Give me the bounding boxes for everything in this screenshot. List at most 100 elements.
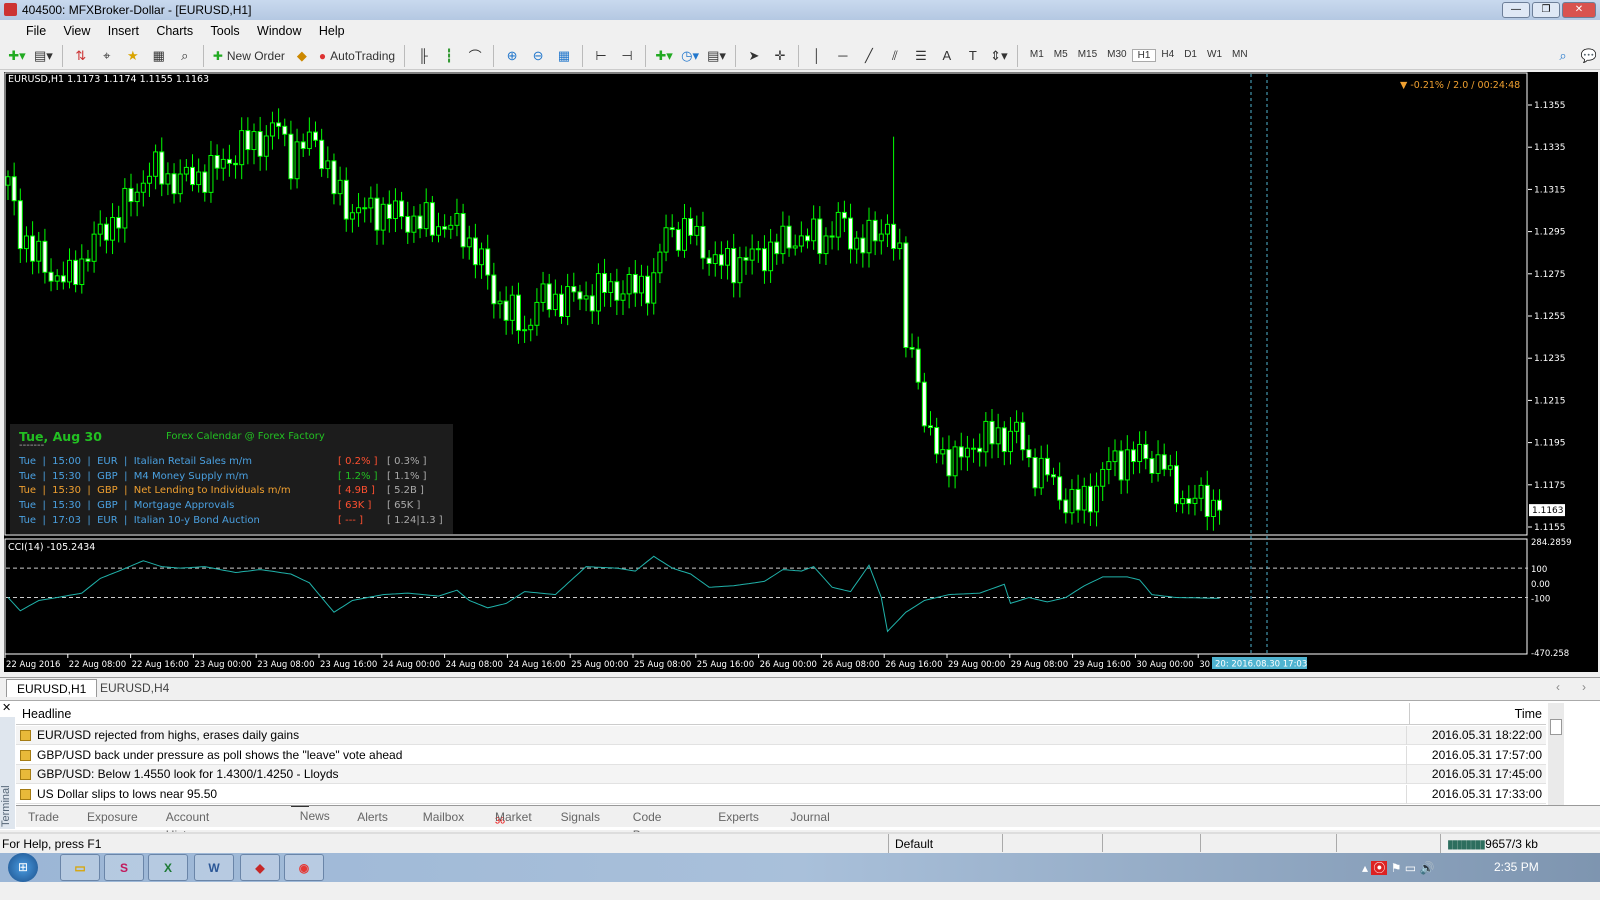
candle-body — [755, 248, 761, 251]
menu-window[interactable]: Window — [257, 24, 301, 38]
terminal-close-icon[interactable]: ✕ — [2, 701, 11, 714]
time-label: 26 Aug 08:00 — [822, 660, 879, 670]
auto-scroll-icon[interactable]: ⊢ — [590, 45, 612, 67]
market-watch-icon[interactable]: ⇅ — [70, 45, 92, 67]
timeframe-d1[interactable]: D1 — [1179, 49, 1202, 62]
menu-bar: File View Insert Charts Tools Window Hel… — [0, 20, 1600, 42]
candle-body — [995, 427, 1001, 445]
timeframe-h4[interactable]: H4 — [1156, 49, 1179, 62]
timeframe-mn[interactable]: MN — [1227, 49, 1253, 62]
menu-file[interactable]: File — [26, 24, 46, 38]
vertical-line-icon[interactable]: │ — [806, 45, 828, 67]
clock[interactable]: 2:35 PM — [1494, 860, 1539, 874]
cursor-icon[interactable]: ➤ — [743, 45, 765, 67]
scrollbar-thumb[interactable] — [1550, 719, 1562, 735]
timeframe-m5[interactable]: M5 — [1049, 49, 1073, 62]
calendar-source: Forex Calendar @ Forex Factory — [166, 431, 325, 442]
candle-body — [983, 420, 989, 453]
timeframe-m15[interactable]: M15 — [1073, 49, 1102, 62]
candle-body — [552, 293, 558, 311]
tab-eurusd-h1[interactable]: EURUSD,H1 — [6, 679, 98, 697]
templates-icon[interactable]: ▤▾ — [705, 45, 728, 67]
tile-windows-icon[interactable]: ▦ — [553, 45, 575, 67]
taskbar-chrome[interactable]: ◉ — [284, 854, 324, 881]
new-order-button[interactable]: ✚ New Order — [211, 45, 287, 67]
tab-news[interactable]: News — [290, 806, 330, 823]
taskbar-app[interactable]: S — [104, 854, 144, 881]
candle-body — [1180, 498, 1186, 505]
close-button[interactable]: ✕ — [1562, 2, 1596, 18]
chart-window[interactable]: 1.1355 1.1335 1.1315 1.1295 1.1275 1.1255 1.12… — [4, 72, 1598, 672]
indicators-icon[interactable]: ✚▾ — [653, 45, 675, 67]
candle-body — [214, 154, 220, 169]
channel-icon[interactable]: ⫽ — [884, 45, 906, 67]
news-time: 2016.05.31 17:45:00 — [1406, 765, 1542, 785]
tray-icons[interactable]: ▴ ⦿ ⚑ ▭ 🔊 — [1362, 859, 1434, 876]
menu-view[interactable]: View — [64, 24, 91, 38]
zoom-in-icon[interactable]: ⊕ — [501, 45, 523, 67]
candle-body — [989, 420, 995, 445]
news-time: 2016.05.31 18:22:00 — [1406, 726, 1542, 745]
candle-body — [190, 166, 195, 186]
search-icon[interactable]: ⌕ — [1552, 45, 1574, 67]
menu-insert[interactable]: Insert — [108, 24, 139, 38]
scroll-right-icon[interactable]: › — [1582, 680, 1586, 694]
chat-icon[interactable]: 💬 — [1578, 45, 1600, 67]
horizontal-line-icon[interactable]: ─ — [832, 45, 854, 67]
candle-body — [1081, 485, 1087, 511]
taskbar-explorer[interactable]: ▭ — [60, 854, 100, 881]
new-chart-icon[interactable]: ✚▾ — [6, 45, 28, 67]
text-icon[interactable]: A — [936, 45, 958, 67]
timeframe-h1[interactable]: H1 — [1131, 49, 1157, 62]
scroll-left-icon[interactable]: ‹ — [1556, 680, 1560, 694]
line-chart-icon[interactable]: ⌒ — [464, 45, 486, 67]
taskbar-word[interactable]: W — [194, 854, 234, 881]
navigator-icon[interactable]: ★ — [122, 45, 144, 67]
terminal-icon[interactable]: ▦ — [148, 45, 170, 67]
taskbar-excel[interactable]: X — [148, 854, 188, 881]
candle-body — [42, 240, 48, 273]
news-row[interactable]: GBP/USD: Below 1.4550 look for 1.4300/1.… — [16, 765, 1546, 785]
headline-column[interactable]: Headline — [22, 703, 71, 725]
periods-icon[interactable]: ◷▾ — [679, 45, 701, 67]
candle-body — [1094, 485, 1100, 513]
candle-body — [436, 226, 441, 236]
fibonacci-icon[interactable]: ☰ — [910, 45, 932, 67]
timeframe-w1[interactable]: W1 — [1202, 49, 1227, 62]
metaeditor-icon[interactable]: ◆ — [291, 45, 313, 67]
candle-body — [1087, 485, 1093, 513]
price-chart[interactable]: 1.1355 1.1335 1.1315 1.1295 1.1275 1.1255 1.12… — [4, 72, 1598, 672]
trendline-icon[interactable]: ╱ — [858, 45, 880, 67]
text-label-icon[interactable]: T — [962, 45, 984, 67]
crosshair-icon[interactable]: ✛ — [769, 45, 791, 67]
news-row[interactable]: GBP/USD back under pressure as poll show… — [16, 745, 1546, 765]
strategy-tester-icon[interactable]: ⌕ — [174, 45, 196, 67]
bar-chart-icon[interactable]: ╟ — [412, 45, 434, 67]
tab-market[interactable]: Market 36 — [495, 807, 532, 829]
data-window-icon[interactable]: ⌖ — [96, 45, 118, 67]
menu-tools[interactable]: Tools — [211, 24, 240, 38]
chart-shift-icon[interactable]: ⊣ — [616, 45, 638, 67]
timeframe-m1[interactable]: M1 — [1025, 49, 1049, 62]
news-row[interactable]: EUR/USD rejected from highs, erases dail… — [16, 726, 1546, 745]
timeframe-m30[interactable]: M30 — [1102, 49, 1131, 62]
tab-eurusd-h4[interactable]: EURUSD,H4 — [90, 679, 179, 697]
news-scrollbar[interactable] — [1548, 703, 1564, 805]
menu-charts[interactable]: Charts — [156, 24, 193, 38]
zoom-out-icon[interactable]: ⊖ — [527, 45, 549, 67]
candle-body — [1106, 461, 1112, 470]
taskbar-metatrader[interactable]: ◆ — [240, 854, 280, 881]
arrows-icon[interactable]: ⇕▾ — [988, 45, 1010, 67]
minimize-button[interactable]: — — [1502, 2, 1530, 18]
time-column[interactable]: Time — [1515, 703, 1542, 725]
event-actual: [ 0.2% ] — [338, 456, 378, 467]
maximize-button[interactable]: ❐ — [1532, 2, 1560, 18]
profiles-icon[interactable]: ▤▾ — [32, 45, 55, 67]
menu-help[interactable]: Help — [319, 24, 345, 38]
start-button[interactable]: ⊞ — [8, 853, 38, 882]
autotrading-button[interactable]: ● AutoTrading — [317, 45, 397, 67]
price-tick-label: 1.1335 — [1534, 143, 1566, 153]
candle-body — [454, 213, 460, 226]
news-row[interactable]: US Dollar slips to lows near 95.50 2016.0… — [16, 785, 1546, 805]
candlestick-icon[interactable]: ┇ — [438, 45, 460, 67]
